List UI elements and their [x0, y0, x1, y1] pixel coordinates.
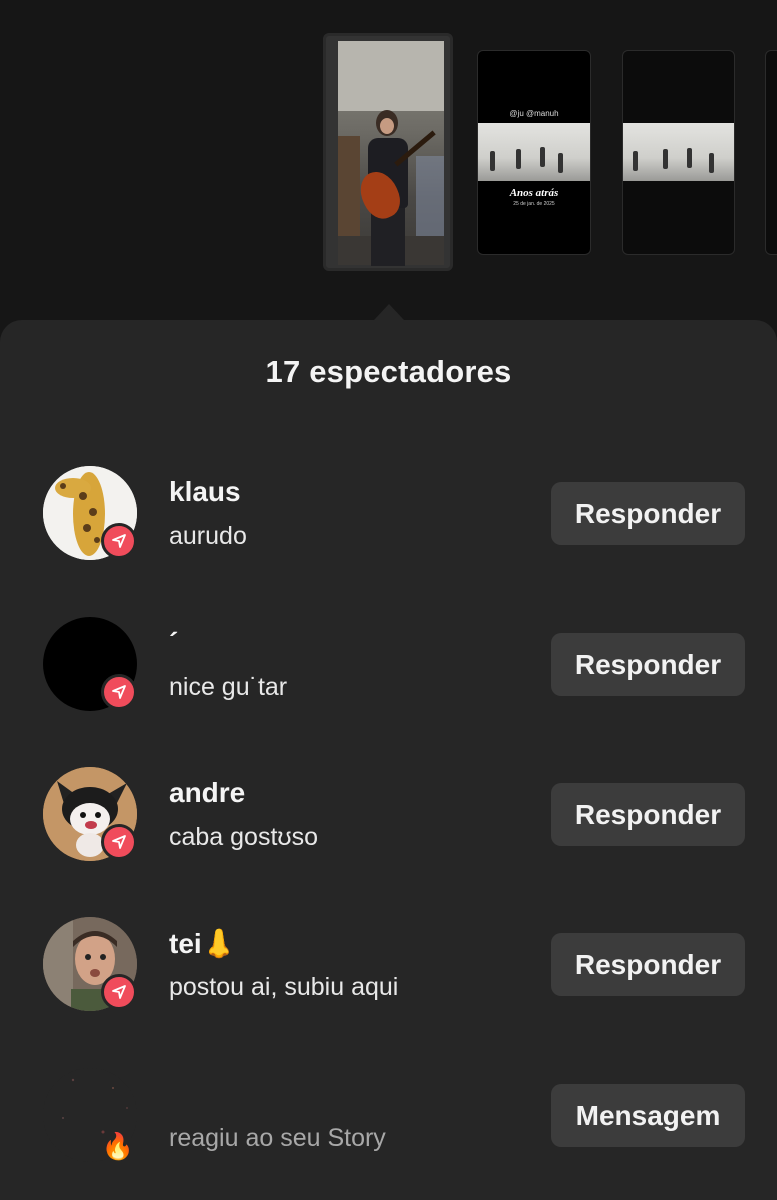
viewer-reply-text: aurudo: [169, 522, 247, 550]
viewer-row[interactable]: tei👃 postou ai, subiu aqui Responder: [0, 917, 777, 1037]
story-thumbnail-2[interactable]: @ju @manuh Anos atrás 25 de jan. de 2025: [477, 50, 591, 255]
message-button[interactable]: Mensagem: [551, 1084, 745, 1147]
viewer-row[interactable]: ´ nice gu˙tar Responder: [0, 617, 777, 737]
story-photo-rehearsal: [478, 123, 590, 181]
send-icon: [101, 974, 137, 1010]
send-icon: [101, 824, 137, 860]
story-thumbnail-selected[interactable]: [323, 33, 453, 271]
story-thumbnail-4[interactable]: [765, 50, 777, 255]
viewer-row[interactable]: 🔥 reagiu ao seu Story Mensagem: [0, 1068, 777, 1188]
reply-button[interactable]: Responder: [551, 783, 745, 846]
viewer-reaction-text: reagiu ao seu Story: [169, 1124, 386, 1152]
story-viewers-screen: @ju @manuh Anos atrás 25 de jan. de 2025…: [0, 0, 777, 1200]
viewers-sheet: 17 espectadores klaus aurudo Responder ´…: [0, 320, 777, 1200]
reply-button[interactable]: Responder: [551, 482, 745, 545]
reply-button[interactable]: Responder: [551, 933, 745, 996]
viewer-username[interactable]: klaus: [169, 476, 241, 508]
send-icon: [101, 674, 137, 710]
viewers-count-title: 17 espectadores: [265, 354, 512, 389]
viewer-username[interactable]: tei👃: [169, 927, 237, 960]
viewer-username[interactable]: andre: [169, 777, 245, 809]
fire-icon: 🔥: [101, 1131, 135, 1161]
story-thumbnail-strip: @ju @manuh Anos atrás 25 de jan. de 2025: [0, 0, 777, 320]
viewer-row[interactable]: klaus aurudo Responder: [0, 466, 777, 586]
viewer-reply-text: postou ai, subiu aqui: [169, 973, 399, 1001]
send-icon: [101, 523, 137, 559]
viewer-row[interactable]: andre caba gostʊso Responder: [0, 767, 777, 887]
story-mention-text: @ju @manuh: [509, 109, 559, 118]
viewer-username[interactable]: ´: [169, 627, 178, 659]
story-photo-rehearsal: [623, 123, 734, 181]
story-title: Anos atrás: [509, 187, 559, 199]
sheet-pointer: [374, 304, 404, 320]
reply-button[interactable]: Responder: [551, 633, 745, 696]
story-thumbnail-3[interactable]: [622, 50, 735, 255]
story-date: 25 de jan. de 2025: [513, 201, 555, 207]
viewer-reply-text: nice gu˙tar: [169, 673, 288, 701]
viewer-reply-text: caba gostʊso: [169, 823, 319, 851]
